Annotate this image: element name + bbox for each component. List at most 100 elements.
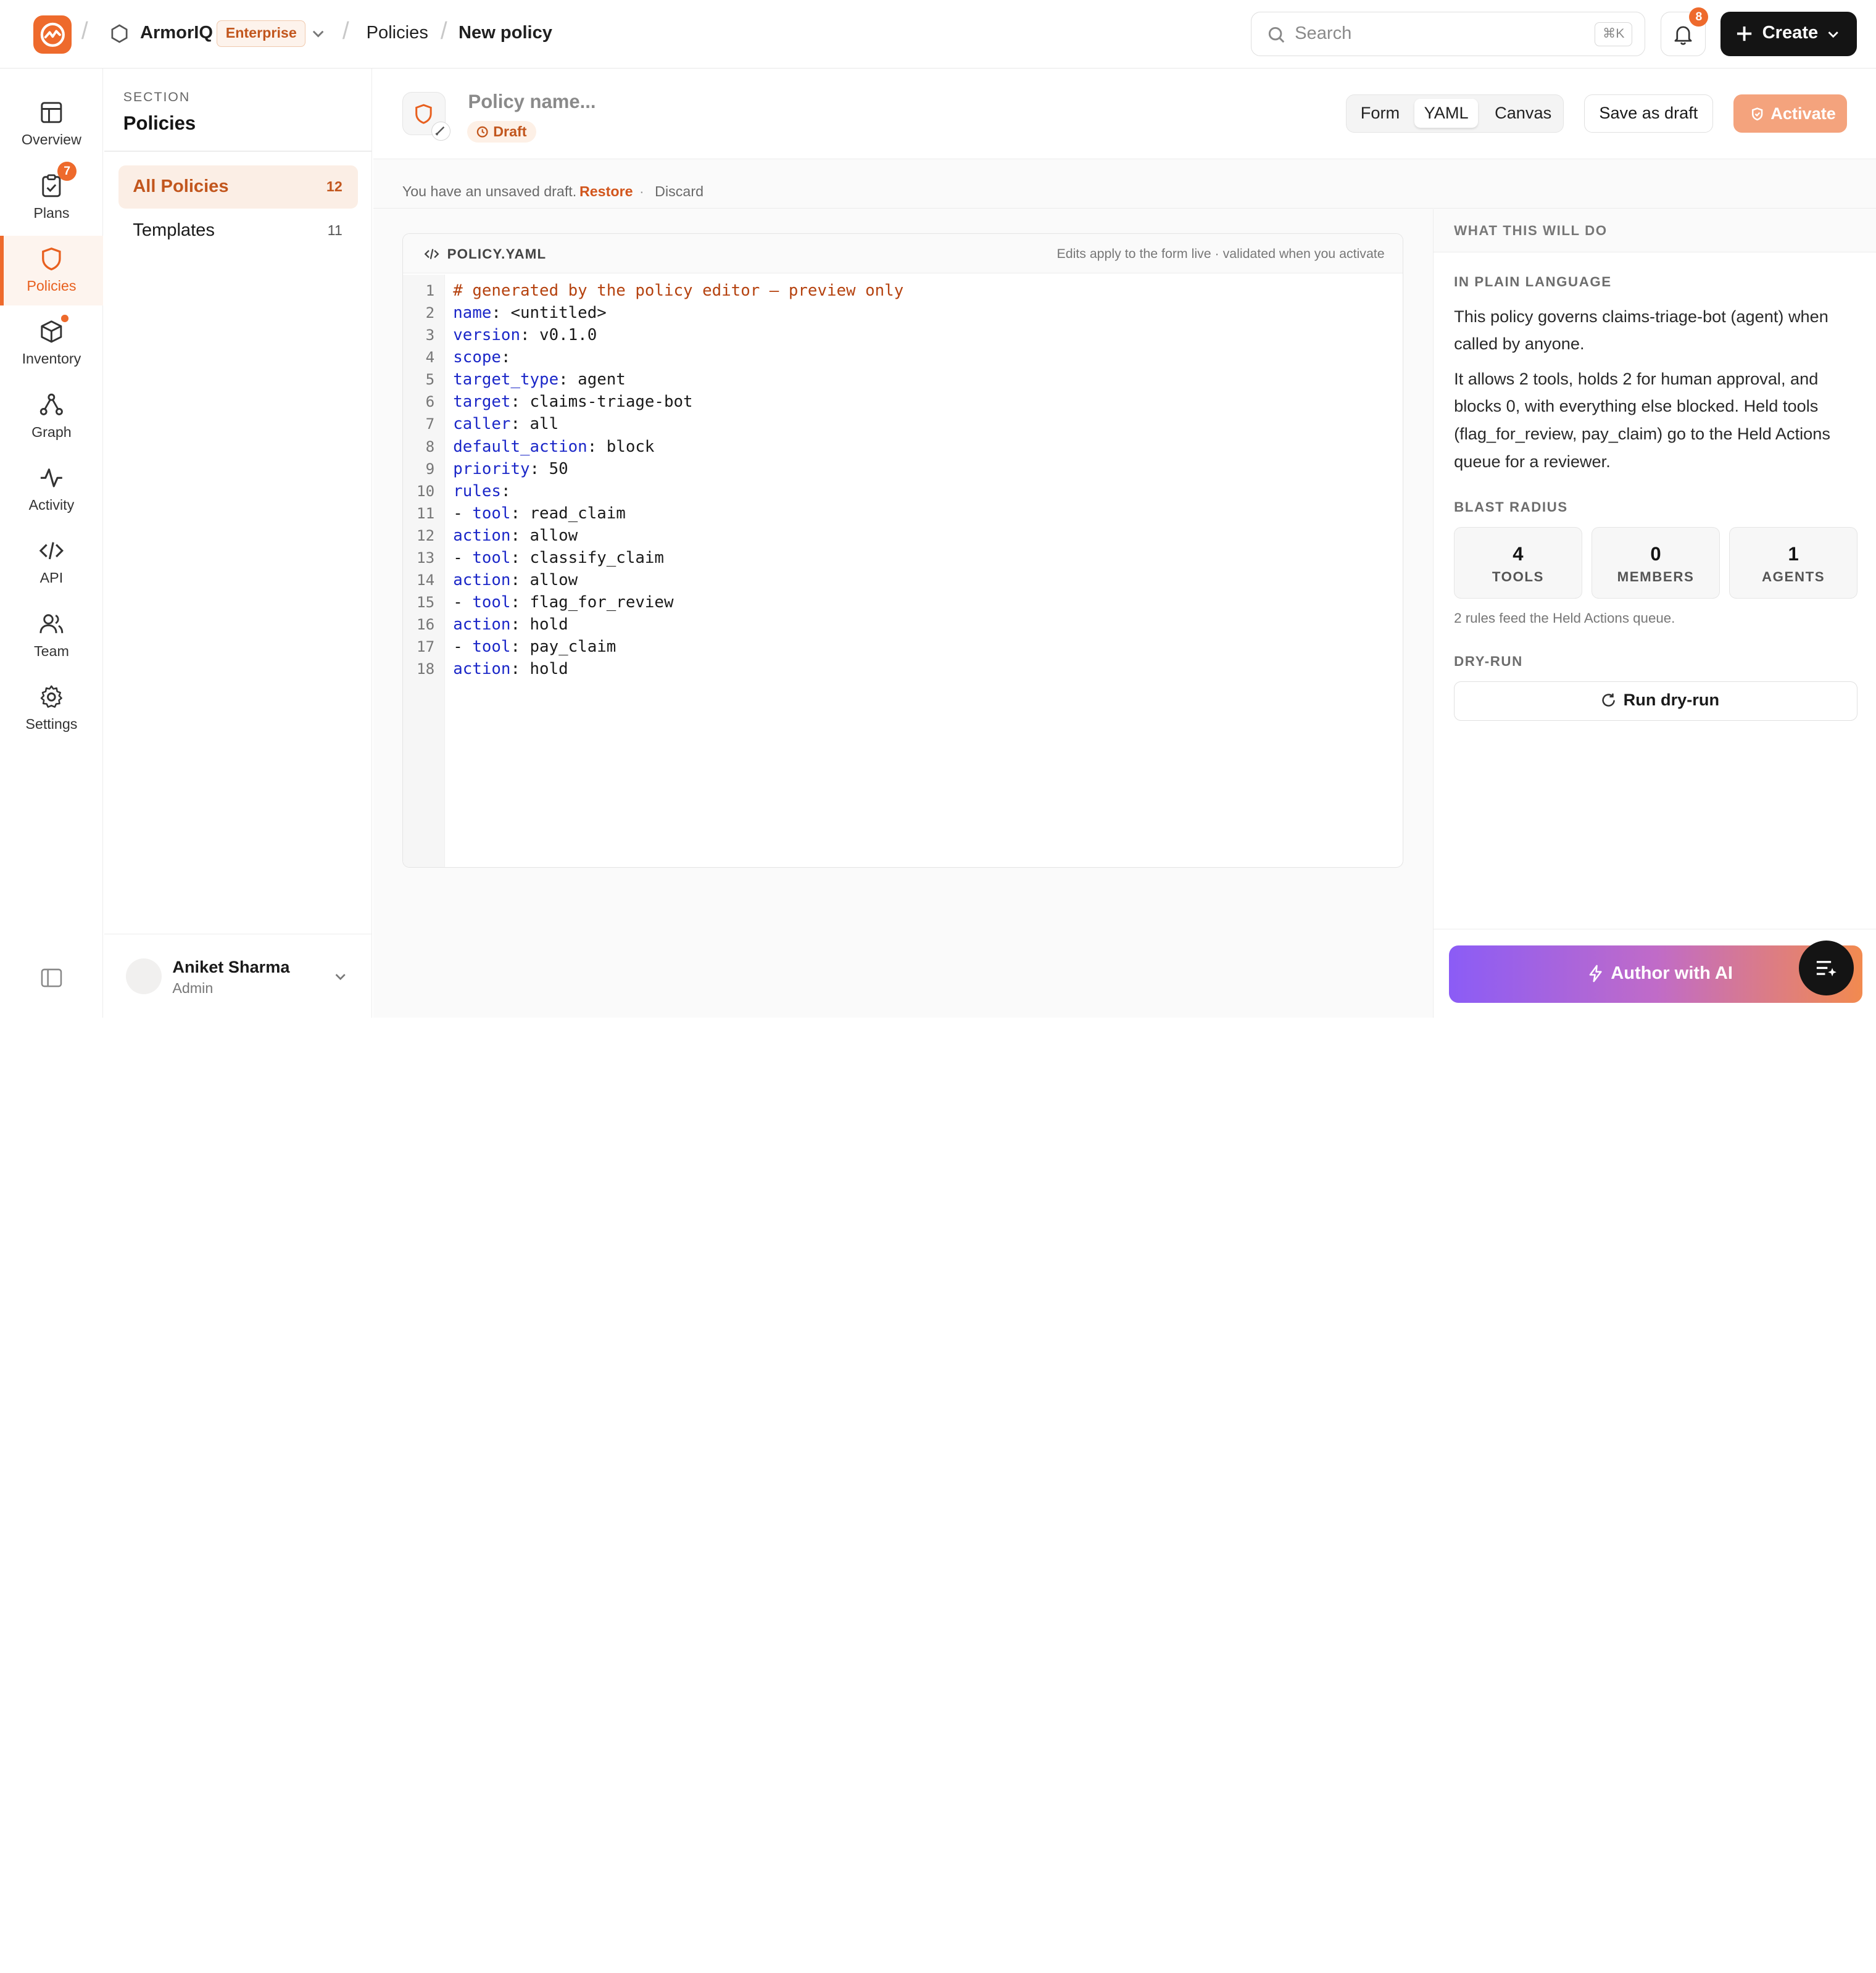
section-item-all-policies[interactable]: All Policies 12 — [118, 165, 359, 209]
rail-item-inventory[interactable]: Inventory — [0, 309, 103, 379]
rail-item-team[interactable]: Team — [0, 601, 103, 671]
yaml-value: : 50 — [529, 459, 568, 478]
tab-canvas[interactable]: Canvas — [1485, 99, 1561, 128]
search-input[interactable]: Search ⌘K — [1251, 12, 1645, 57]
edit-pencil-icon[interactable] — [431, 121, 451, 141]
rail-label: Policies — [27, 278, 77, 294]
rail-item-graph[interactable]: Graph — [0, 382, 103, 452]
yaml-value: : claims-triage-bot — [510, 393, 693, 412]
yaml-value: : allow — [510, 526, 578, 545]
stat-value: 1 — [1788, 542, 1799, 565]
plain-language-caption: IN PLAIN LANGUAGE — [1454, 274, 1612, 290]
summary-paragraph: It allows 2 tools, holds 2 for human app… — [1454, 368, 1830, 471]
graph-nodes-icon — [38, 391, 65, 418]
line-number: 15 — [416, 593, 435, 612]
org-name[interactable]: ArmorIQ — [140, 23, 213, 43]
code-line: action: hold — [453, 658, 903, 680]
rail-item-plans[interactable]: Plans 7 — [0, 161, 103, 233]
editor-hint: Edits apply to the form live · validated… — [1056, 246, 1385, 261]
stat-value: 4 — [1513, 542, 1524, 565]
list-dash: - — [453, 638, 473, 657]
notification-count-badge: 8 — [1689, 7, 1709, 27]
yaml-value: : allow — [510, 571, 578, 590]
tab-form[interactable]: Form — [1351, 99, 1409, 128]
org-hexagon-icon — [110, 24, 129, 43]
inventory-dot-indicator — [60, 315, 68, 322]
line-number: 11 — [416, 504, 435, 522]
section-panel: SECTION Policies All Policies 12 Templat… — [104, 68, 373, 1018]
armoriq-logo-icon[interactable] — [33, 15, 72, 54]
yaml-key: target — [453, 393, 511, 412]
rail-item-api[interactable]: API — [0, 528, 103, 598]
section-item-templates[interactable]: Templates 11 — [118, 209, 358, 252]
create-label: Create — [1762, 22, 1819, 43]
yaml-value: : all — [510, 415, 559, 434]
code-area[interactable]: # generated by the policy editor — previ… — [453, 275, 903, 680]
rail-label: API — [39, 570, 64, 586]
user-menu[interactable]: Aniket Sharma Admin — [104, 934, 373, 1018]
summary-paragraph: This policy governs claims-triage-bot (a… — [1454, 306, 1828, 354]
section-item-label: All Policies — [133, 176, 229, 196]
yaml-key: version — [453, 326, 520, 345]
rail-item-settings[interactable]: Settings — [0, 674, 103, 744]
rail-label: Team — [33, 642, 69, 659]
breadcrumb-separator: / — [440, 18, 447, 45]
breadcrumb-policies[interactable]: Policies — [367, 23, 428, 43]
unsaved-message: You have an unsaved draft. — [402, 183, 577, 199]
activate-label: Activate — [1770, 104, 1836, 123]
yaml-key: tool — [472, 548, 511, 567]
yaml-value: : — [500, 481, 511, 501]
section-caption: SECTION — [123, 89, 191, 105]
policy-icon-button[interactable] — [402, 92, 451, 141]
stat-members: 0 MEMBERS — [1592, 526, 1720, 599]
line-number: 18 — [416, 660, 435, 678]
rail-label: Settings — [25, 716, 78, 733]
search-shortcut: ⌘K — [1595, 22, 1633, 46]
activate-button[interactable]: Activate — [1733, 94, 1848, 133]
list-dash: - — [453, 504, 473, 523]
chevron-down-icon — [334, 970, 347, 983]
lightning-icon — [1588, 965, 1603, 982]
editor-filename: POLICY.YAML — [447, 246, 547, 262]
code-line: action: hold — [453, 613, 903, 636]
yaml-editor: POLICY.YAML Edits apply to the form live… — [402, 233, 1403, 868]
rail-label: Graph — [31, 423, 72, 440]
status-label: Draft — [493, 123, 527, 139]
ai-button-label: Author with AI — [1611, 963, 1733, 983]
save-draft-button[interactable]: Save as draft — [1583, 94, 1714, 133]
list-dash: - — [453, 548, 473, 567]
stat-label: TOOLS — [1492, 568, 1544, 584]
gear-icon — [38, 684, 65, 710]
code-line: target_type: agent — [453, 368, 903, 391]
code-icon — [423, 246, 440, 262]
run-dry-run-button[interactable]: Run dry-run — [1454, 681, 1857, 721]
yaml-key: tool — [472, 593, 511, 612]
code-line: - tool: pay_claim — [453, 636, 903, 658]
discard-link[interactable]: Discard — [655, 183, 704, 200]
section-item-label: Templates — [133, 220, 215, 241]
org-switcher-chevron-icon[interactable] — [311, 27, 325, 41]
unsaved-draft-banner: You have an unsaved draft. Restore · Dis… — [373, 160, 1876, 209]
assistant-fab[interactable] — [1798, 940, 1854, 996]
rail-item-activity[interactable]: Activity — [0, 455, 103, 525]
plus-icon — [1736, 25, 1753, 42]
line-number: 5 — [425, 370, 435, 389]
yaml-key: tool — [472, 638, 511, 657]
rail-item-overview[interactable]: Overview — [0, 89, 103, 159]
yaml-value: : block — [587, 437, 655, 456]
collapse-sidebar-icon[interactable] — [41, 968, 62, 987]
yaml-key: action — [453, 526, 511, 545]
rail-label: Plans — [33, 204, 70, 221]
tab-yaml[interactable]: YAML — [1414, 99, 1479, 128]
policy-name-input[interactable]: Policy name... — [468, 91, 596, 113]
code-comment: # generated by the policy editor — previ… — [453, 281, 904, 300]
plans-count-badge: 7 — [57, 161, 77, 181]
create-button[interactable]: Create — [1720, 12, 1857, 57]
clock-icon — [476, 126, 488, 138]
rail-item-policies[interactable]: Policies — [0, 236, 103, 305]
yaml-value: : v0.1.0 — [520, 326, 597, 345]
yaml-key: name — [453, 304, 492, 323]
yaml-value: : read_claim — [510, 504, 626, 523]
search-icon — [1268, 26, 1285, 44]
restore-link[interactable]: Restore — [579, 183, 633, 200]
